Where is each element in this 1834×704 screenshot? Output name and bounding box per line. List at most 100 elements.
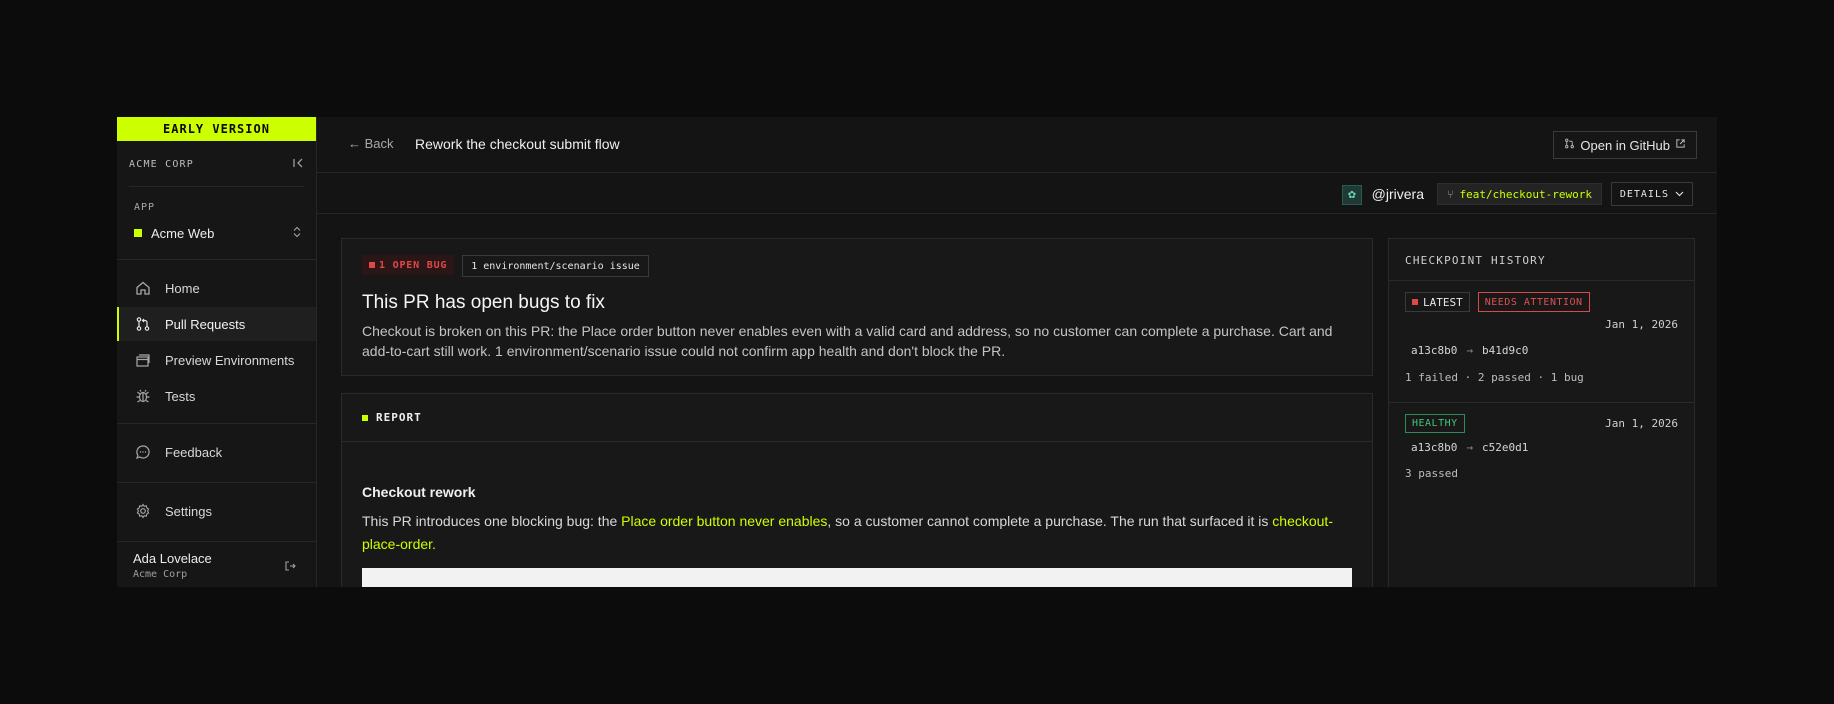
checkpoint-date: Jan 1, 2026 xyxy=(1605,417,1678,430)
report-text: . xyxy=(432,536,436,552)
back-button[interactable]: ← Back xyxy=(348,136,394,151)
sidebar-divider xyxy=(117,541,316,542)
checkpoint-badges: LATEST NEEDS ATTENTION xyxy=(1405,292,1590,312)
sidebar-item-tests[interactable]: Tests xyxy=(117,379,316,413)
app-name: Acme Web xyxy=(151,225,215,241)
healthy-badge: HEALTHY xyxy=(1405,414,1465,433)
user-org: Acme Corp xyxy=(133,569,188,580)
pull-request-icon xyxy=(1564,138,1575,152)
home-icon xyxy=(134,279,152,297)
gear-icon xyxy=(134,502,152,520)
latest-label: LATEST xyxy=(1423,295,1463,309)
latest-badge: LATEST xyxy=(1405,292,1470,312)
app-selector[interactable]: Acme Web xyxy=(134,222,302,244)
sidebar-item-pull-requests[interactable]: Pull Requests xyxy=(117,307,316,341)
branch-name: feat/checkout-rework xyxy=(1459,187,1592,201)
red-square-icon xyxy=(1412,299,1418,305)
checkpoint-badges: HEALTHY xyxy=(1405,414,1465,433)
org-header: ACME CORP xyxy=(129,153,304,175)
user-name: Ada Lovelace xyxy=(133,551,212,566)
summary-title: This PR has open bugs to fix xyxy=(362,292,605,313)
pr-meta-bar: ✿ @jrivera ⑂ feat/checkout-rework DETAIL… xyxy=(316,173,1717,214)
sidebar-item-feedback[interactable]: Feedback xyxy=(117,435,316,469)
page-header: ← Back Rework the checkout submit flow O… xyxy=(316,117,1717,173)
report-header: REPORT xyxy=(342,394,1372,442)
checkpoint-date: Jan 1, 2026 xyxy=(1605,318,1678,331)
open-bug-label: 1 OPEN BUG xyxy=(379,259,448,271)
accent-square-icon xyxy=(362,414,368,421)
logout-icon[interactable] xyxy=(284,560,296,575)
checkpoint-history-panel: CHECKPOINT HISTORY LATEST NEEDS ATTENTIO… xyxy=(1388,238,1695,587)
report-text: , so a customer cannot complete a purcha… xyxy=(827,513,1273,529)
commit-from: a13c8b0 xyxy=(1411,441,1458,454)
collapse-sidebar-icon[interactable] xyxy=(292,157,304,172)
window-stack-icon xyxy=(134,351,152,369)
arrow-right-icon: → xyxy=(1466,344,1473,357)
back-label: Back xyxy=(364,136,394,151)
report-label-text: REPORT xyxy=(376,411,422,424)
branch-badge[interactable]: ⑂ feat/checkout-rework xyxy=(1436,183,1602,205)
checkpoint-history-header: CHECKPOINT HISTORY xyxy=(1389,239,1694,281)
sidebar-item-label: Home xyxy=(165,280,200,296)
pull-request-icon xyxy=(134,315,152,333)
bug-link[interactable]: Place order button never enables xyxy=(621,513,827,529)
checkpoint-commits: a13c8b0 → b41d9c0 xyxy=(1411,344,1528,357)
bug-summary-panel: 1 OPEN BUG 1 environment/scenario issue … xyxy=(341,238,1373,376)
app-section-label: APP xyxy=(134,202,156,213)
app-color-square xyxy=(134,229,142,237)
chevron-updown-icon xyxy=(292,226,302,241)
org-name: ACME CORP xyxy=(129,158,194,170)
details-label: DETAILS xyxy=(1619,188,1669,200)
commit-from: a13c8b0 xyxy=(1411,344,1458,357)
sidebar-divider xyxy=(117,423,316,424)
sidebar-item-label: Settings xyxy=(165,503,212,519)
app-window: EARLY VERSION ACME CORP APP Acme Web Hom… xyxy=(117,117,1717,587)
summary-description: Checkout is broken on this PR: the Place… xyxy=(362,323,1333,359)
checkpoint-summary: 3 passed xyxy=(1405,467,1458,480)
commit-to: b41d9c0 xyxy=(1481,344,1529,357)
details-dropdown[interactable]: DETAILS xyxy=(1610,182,1693,206)
branch-icon: ⑂ xyxy=(1446,187,1454,201)
arrow-left-icon: ← xyxy=(348,136,361,151)
sidebar-item-settings[interactable]: Settings xyxy=(117,494,316,528)
checkpoint-summary: 1 failed · 2 passed · 1 bug xyxy=(1405,371,1584,384)
bug-icon xyxy=(134,387,152,405)
checkpoint-history-title: CHECKPOINT HISTORY xyxy=(1405,254,1546,267)
sidebar-divider xyxy=(117,482,316,483)
author-avatar: ✿ xyxy=(1342,185,1362,205)
sidebar-item-label: Feedback xyxy=(165,444,223,460)
sidebar-item-home[interactable]: Home xyxy=(117,271,316,305)
sidebar: EARLY VERSION ACME CORP APP Acme Web Hom… xyxy=(117,117,317,587)
checkpoint-entry[interactable]: HEALTHY Jan 1, 2026 a13c8b0 → c52e0d1 3 pa… xyxy=(1389,403,1694,513)
chat-bubble-icon xyxy=(134,443,152,461)
sidebar-divider xyxy=(129,186,304,187)
report-title: Checkout rework xyxy=(362,484,476,500)
page-title: Rework the checkout submit flow xyxy=(415,136,620,152)
sidebar-item-label: Preview Environments xyxy=(165,352,295,368)
report-text: This PR introduces one blocking bug: the xyxy=(362,513,622,529)
report-panel: REPORT Checkout rework This PR introduce… xyxy=(341,393,1373,587)
author-handle[interactable]: @jrivera xyxy=(1372,186,1424,202)
red-square-icon xyxy=(369,262,375,268)
github-button-label: Open in GitHub xyxy=(1580,137,1670,153)
report-body: This PR introduces one blocking bug: the… xyxy=(362,510,1352,556)
sidebar-item-label: Tests xyxy=(165,388,196,404)
sidebar-divider xyxy=(117,259,316,260)
commit-to: c52e0d1 xyxy=(1481,441,1529,454)
early-version-banner: EARLY VERSION xyxy=(117,117,316,141)
report-screenshot xyxy=(362,568,1352,587)
sidebar-item-preview-environments[interactable]: Preview Environments xyxy=(117,343,316,377)
user-profile: Ada Lovelace Acme Corp xyxy=(133,551,212,580)
open-bug-badge: 1 OPEN BUG xyxy=(362,255,455,275)
checkpoint-entry[interactable]: LATEST NEEDS ATTENTION Jan 1, 2026 a13c8… xyxy=(1389,281,1694,402)
summary-badges: 1 OPEN BUG 1 environment/scenario issue xyxy=(362,255,649,277)
checkpoint-commits: a13c8b0 → c52e0d1 xyxy=(1411,441,1528,454)
open-in-github-button[interactable]: Open in GitHub xyxy=(1553,131,1697,159)
arrow-right-icon: → xyxy=(1466,441,1473,454)
chevron-down-icon xyxy=(1675,189,1684,200)
sidebar-item-label: Pull Requests xyxy=(165,316,246,332)
external-link-icon xyxy=(1675,138,1686,152)
env-issue-badge: 1 environment/scenario issue xyxy=(462,255,649,277)
needs-attention-badge: NEEDS ATTENTION xyxy=(1477,292,1590,312)
report-section-label: REPORT xyxy=(362,411,422,424)
